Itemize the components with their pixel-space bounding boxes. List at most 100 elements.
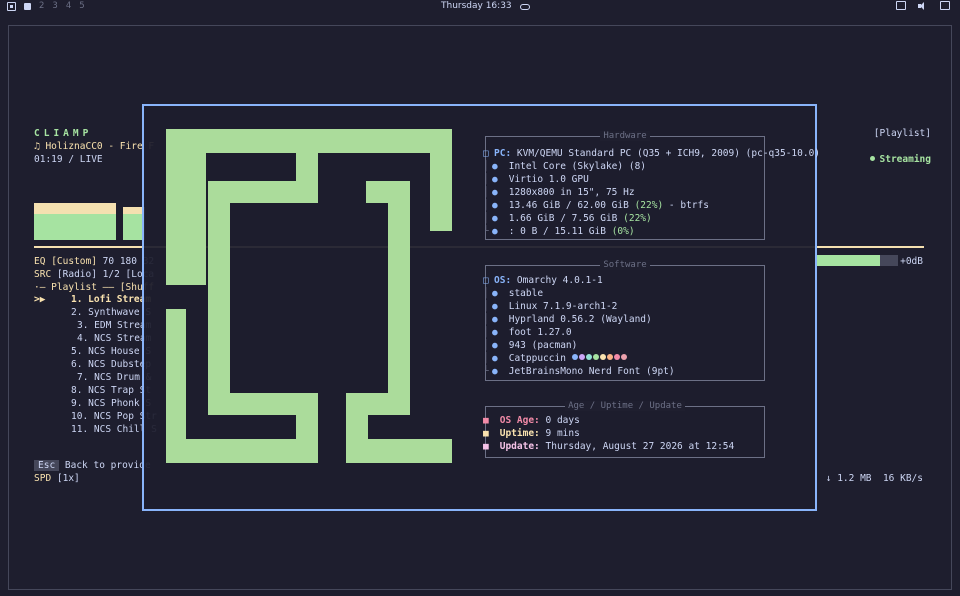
info-value: KVM/QEMU Standard PC (Q35 + ICH9, 2009) … xyxy=(511,148,821,159)
usage-percent: (0%) xyxy=(611,226,635,237)
info-label: PC: xyxy=(494,148,512,159)
volume-meter[interactable] xyxy=(816,255,898,266)
top-bar: 2 3 4 5 Thursday 16:33 xyxy=(0,0,960,14)
track-item[interactable]: >▶ 1. Lofi Stream xyxy=(34,293,157,306)
age-label: Update: xyxy=(499,441,540,452)
track-item[interactable]: 5. NCS House S xyxy=(34,345,157,358)
color-swatch xyxy=(613,354,620,360)
playlist-tag[interactable]: [Playlist] xyxy=(874,127,931,140)
track-item[interactable]: 9. NCS Phonk S xyxy=(34,397,157,410)
spd-label: SPD xyxy=(34,473,52,484)
software-row: │ ● foot 1.27.0 xyxy=(483,326,572,339)
hardware-row: └ ● : 0 B / 15.11 GiB (0%) xyxy=(483,225,635,238)
software-row: │ ● Linux 7.1.9-arch1-2 xyxy=(483,300,617,313)
software-row: │ ● Hyprland 0.56.2 (Wayland) xyxy=(483,313,652,326)
track-name: 6. NCS Dubstep xyxy=(71,359,152,370)
workspace-1-active[interactable] xyxy=(24,2,31,10)
track-item[interactable]: 7. NCS Drum & xyxy=(34,371,157,384)
tree-branch: │ xyxy=(483,187,489,198)
fastfetch-window[interactable]: Hardware □ PC: KVM/QEMU Standard PC (Q35 … xyxy=(142,104,821,511)
tree-branch: └ xyxy=(483,366,489,377)
software-row: │ ● Catppuccin xyxy=(483,352,628,365)
track-item[interactable]: 8. NCS Trap St xyxy=(34,384,157,397)
age-row: ■ OS Age: 0 days xyxy=(483,414,580,427)
hardware-title: Hardware xyxy=(600,131,650,141)
color-swatch xyxy=(585,354,592,360)
theme-swatches xyxy=(571,353,628,364)
cpu-icon: ● xyxy=(492,161,498,172)
eq-line[interactable]: EQ [Custom] 70 180 32 xyxy=(34,255,154,268)
volume-db: +0dB xyxy=(900,256,923,267)
screen-icon[interactable] xyxy=(896,1,906,10)
hourglass-icon: ■ xyxy=(483,415,489,426)
clock-icon: ■ xyxy=(483,428,489,439)
info-value: stable xyxy=(508,288,544,299)
workspace-icon[interactable] xyxy=(7,1,16,11)
software-row: │ ● 943 (pacman) xyxy=(483,339,577,352)
volume-icon[interactable] xyxy=(918,1,928,10)
software-row: │ ● stable xyxy=(483,287,543,300)
volume-meter-fill xyxy=(816,255,880,266)
info-tail: - btrfs xyxy=(663,200,709,211)
workspace-5[interactable]: 5 xyxy=(79,1,84,11)
terminal-icon: ● xyxy=(492,327,498,338)
tree-branch: │ xyxy=(483,161,489,172)
track-name: 1. Lofi Stream xyxy=(71,294,152,305)
track-item[interactable]: 10. NCS Pop Str xyxy=(34,410,157,423)
info-value: 13.46 GiB / 62.00 GiB xyxy=(508,200,635,211)
track-item[interactable]: 11. NCS Chill S xyxy=(34,423,157,436)
omarchy-logo xyxy=(166,129,452,463)
age-row: ■ Update: Thursday, August 27 2026 at 12… xyxy=(483,440,734,453)
color-swatch xyxy=(571,354,578,360)
track-item[interactable]: 2. Synthwave S xyxy=(34,306,157,319)
usage-percent: (22%) xyxy=(623,213,652,224)
monitor-icon[interactable] xyxy=(940,1,950,10)
src-label: SRC xyxy=(34,269,52,280)
track-name: 8. NCS Trap St xyxy=(71,385,152,396)
src-value: [Radio] 1/2 [Loca xyxy=(56,269,155,280)
cloud-icon[interactable] xyxy=(519,4,530,10)
eq-preset[interactable]: [Custom] xyxy=(51,256,97,267)
tree-branch: │ xyxy=(483,301,489,312)
clock-text: Thursday 16:33 xyxy=(441,1,512,11)
tree-branch: │ xyxy=(483,327,489,338)
branch-icon: ● xyxy=(492,288,498,299)
track-item[interactable]: 3. EDM Stream xyxy=(34,319,157,332)
tree-branch: │ xyxy=(483,213,489,224)
workspace-4[interactable]: 4 xyxy=(66,1,71,11)
workspace-3[interactable]: 3 xyxy=(52,1,57,11)
age-label: OS Age: xyxy=(499,415,540,426)
speed-line[interactable]: SPD [1x] xyxy=(34,472,80,485)
color-swatch xyxy=(592,354,599,360)
tree-branch: │ xyxy=(483,353,489,364)
track-name: 2. Synthwave S xyxy=(71,307,152,318)
visualizer-bar xyxy=(34,214,116,240)
software-row: └ ● JetBrainsMono Nerd Font (9pt) xyxy=(483,365,675,378)
package-icon: ● xyxy=(492,340,498,351)
usage-percent: (22%) xyxy=(634,200,664,211)
esc-hint[interactable]: Esc Back to provide xyxy=(34,459,151,472)
track-item[interactable]: 4. NCS Stream xyxy=(34,332,157,345)
info-value: Catppuccin xyxy=(508,353,572,364)
clock[interactable]: Thursday 16:33 xyxy=(441,1,530,11)
play-marker-icon: >▶ xyxy=(34,294,46,305)
workspace-2[interactable]: 2 xyxy=(39,1,44,11)
color-swatch xyxy=(599,354,606,360)
tree-branch: │ xyxy=(483,174,489,185)
wm-icon: ● xyxy=(492,314,498,325)
hardware-row: │ ● 1.66 GiB / 7.56 GiB (22%) xyxy=(483,212,652,225)
hardware-row: │ ● Virtio 1.0 GPU xyxy=(483,173,589,186)
gpu-icon: ● xyxy=(492,174,498,185)
kernel-icon: ● xyxy=(492,301,498,312)
spd-value: [1x] xyxy=(51,473,80,484)
now-playing: ♫ HoliznaCC0 - Fire F xyxy=(34,141,155,152)
esc-key[interactable]: Esc xyxy=(34,460,60,471)
software-title: Software xyxy=(600,260,650,270)
track-list: >▶ 1. Lofi Stream 2. Synthwave S 3. EDM Str… xyxy=(34,293,157,436)
source-line[interactable]: SRC [Radio] 1/2 [Loca xyxy=(34,268,154,281)
workspace-switcher: 2 3 4 5 xyxy=(7,1,85,11)
software-row: □ OS: Omarchy 4.0.1-1 xyxy=(483,274,603,287)
track-item[interactable]: 6. NCS Dubstep xyxy=(34,358,157,371)
info-value: : 0 B / 15.11 GiB xyxy=(508,226,612,237)
track-name: 4. NCS Stream xyxy=(77,333,152,344)
